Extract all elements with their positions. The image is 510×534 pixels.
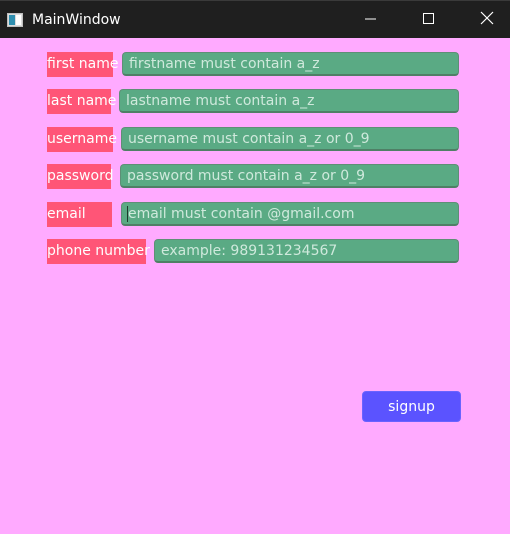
- app-window-icon: [7, 12, 23, 27]
- main-window: MainWindow first name last name username…: [0, 0, 510, 534]
- password-field[interactable]: [120, 164, 459, 188]
- last-name-field[interactable]: [119, 89, 459, 113]
- minimize-button[interactable]: [348, 1, 394, 38]
- minimize-icon: [365, 10, 377, 29]
- phone-number-label: phone number: [47, 239, 150, 264]
- username-label: username: [47, 127, 117, 152]
- close-button[interactable]: [464, 1, 510, 38]
- phone-number-field[interactable]: [154, 239, 459, 263]
- first-name-field[interactable]: [122, 52, 459, 76]
- window-title: MainWindow: [32, 12, 121, 28]
- text-caret: [127, 206, 128, 222]
- username-field[interactable]: [121, 127, 459, 151]
- maximize-button[interactable]: [406, 1, 452, 38]
- email-label: email: [47, 202, 112, 227]
- first-name-label: first name: [47, 52, 119, 77]
- email-field[interactable]: [121, 202, 459, 226]
- close-icon: [480, 10, 494, 29]
- password-label: password: [47, 164, 113, 189]
- last-name-label: last name: [47, 89, 116, 114]
- signup-button[interactable]: signup: [362, 391, 461, 422]
- title-bar[interactable]: MainWindow: [0, 0, 510, 38]
- maximize-icon: [423, 10, 435, 29]
